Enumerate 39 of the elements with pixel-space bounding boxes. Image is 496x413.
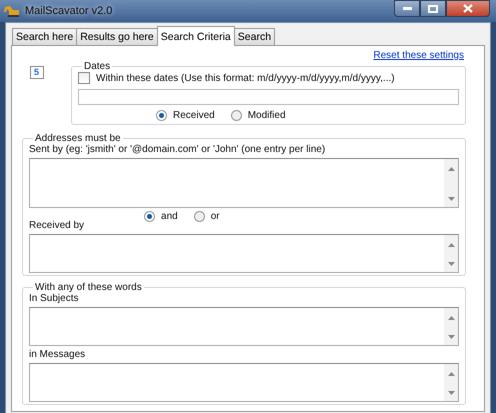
text-area[interactable]	[29, 307, 459, 346]
maximize-icon	[428, 4, 438, 12]
scroll-up-icon[interactable]	[448, 243, 454, 247]
text-area[interactable]	[29, 158, 459, 208]
scroll-up-icon[interactable]	[448, 372, 454, 376]
excavator-icon	[4, 5, 20, 17]
radio-button[interactable]: Received	[156, 110, 215, 121]
scroll-up-icon[interactable]	[448, 167, 454, 171]
minimize-button[interactable]	[394, 0, 420, 17]
field-label: Received by	[29, 220, 84, 231]
scroll-down-icon[interactable]	[448, 197, 454, 201]
tab[interactable]: Search Criteria	[156, 26, 235, 46]
tab[interactable]: Search here	[12, 28, 78, 45]
group-label: With any of these words	[34, 282, 143, 293]
group-label: Addresses must be	[34, 133, 122, 144]
maximize-button[interactable]	[420, 0, 446, 17]
counter-field[interactable]: 5	[30, 66, 44, 79]
radio-button[interactable]: Modified	[230, 110, 286, 121]
group-label: Dates	[83, 61, 112, 72]
close-icon	[463, 4, 473, 13]
tab[interactable]: Search	[234, 28, 276, 45]
field-label: In Subjects	[29, 293, 80, 304]
scroll-down-icon[interactable]	[448, 335, 454, 339]
text-area[interactable]	[29, 234, 459, 273]
reset-link[interactable]: Reset these settings	[373, 50, 464, 61]
radio-button[interactable]: and	[144, 211, 178, 222]
close-button[interactable]	[446, 0, 490, 17]
minimize-icon	[402, 7, 412, 10]
text-area[interactable]	[29, 363, 459, 402]
date-field[interactable]	[78, 89, 459, 105]
scroll-up-icon[interactable]	[448, 316, 454, 320]
window-title: MailScavator v2.0	[25, 5, 112, 17]
field-label: Sent by (eg: 'jsmith' or '@domain.com' or 'John' (one entry per line)	[29, 144, 326, 155]
scroll-down-icon[interactable]	[448, 262, 454, 266]
radio-button[interactable]: or	[194, 211, 220, 222]
checkbox[interactable]: Within these dates (Use this format: m/d/yyyy-m/d/yyyy,m/d/yyyy,...)	[78, 72, 459, 84]
field-label: in Messages	[29, 349, 86, 360]
scroll-down-icon[interactable]	[448, 391, 454, 395]
tab[interactable]: Results go here	[76, 28, 158, 45]
